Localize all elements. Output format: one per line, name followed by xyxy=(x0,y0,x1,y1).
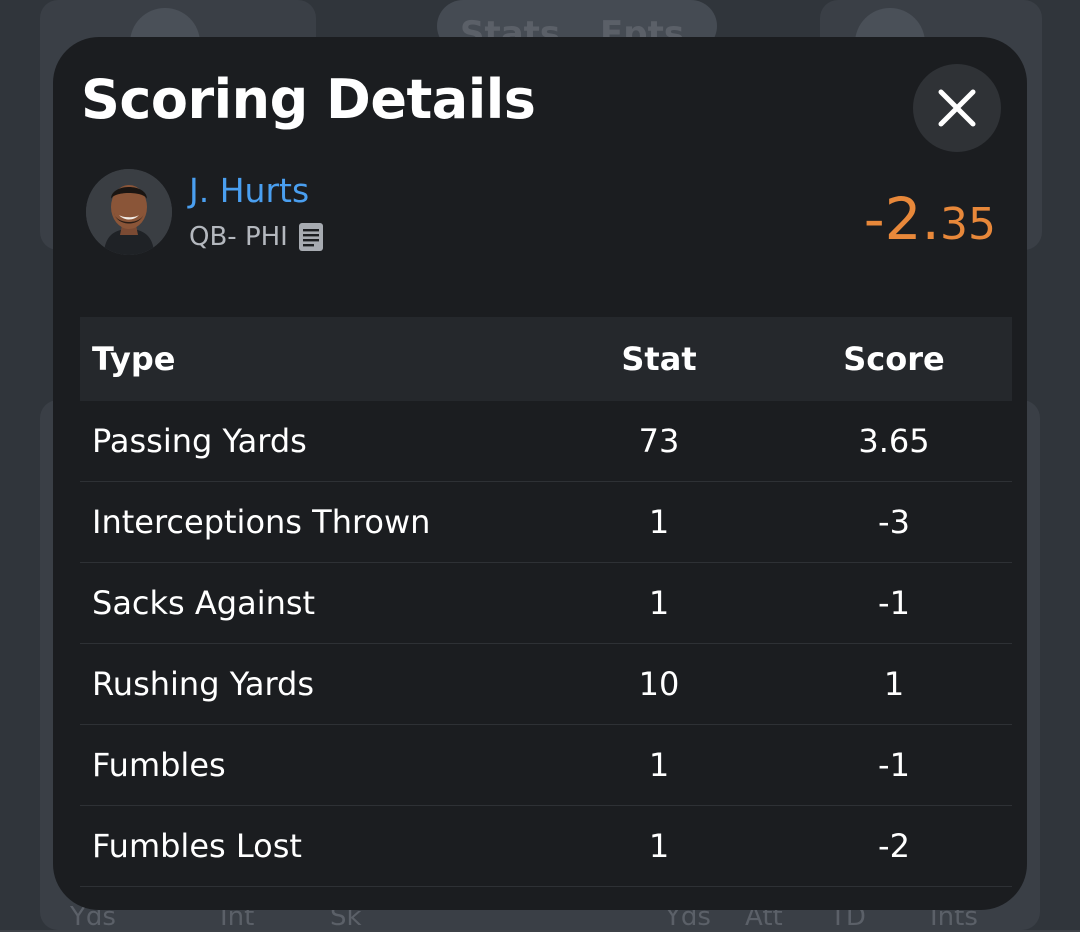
header-stat: Stat xyxy=(542,317,776,401)
row-score: -3 xyxy=(776,481,1012,563)
row-type: Fumbles xyxy=(80,724,542,806)
row-type: Fumbles Lost xyxy=(80,805,542,887)
player-summary: J. Hurts QB- PHI -2.35 xyxy=(86,169,996,259)
header-score: Score xyxy=(776,317,1012,401)
row-type: Rushing Yards xyxy=(80,643,542,725)
row-type: Passing Yards xyxy=(80,401,542,482)
total-score-decimal: 35 xyxy=(940,199,996,250)
table-row: Passing Yards 73 3.65 xyxy=(80,401,1012,482)
row-type: Interceptions Thrown xyxy=(80,481,542,563)
row-stat: 1 xyxy=(542,481,776,563)
close-button[interactable] xyxy=(913,64,1001,152)
row-stat: 1 xyxy=(542,805,776,887)
row-score: -1 xyxy=(776,562,1012,644)
row-stat: 73 xyxy=(542,401,776,482)
scoring-details-modal: Scoring Details J. Hurts QB- PHI -2.35 T… xyxy=(53,37,1027,910)
row-stat: 1 xyxy=(542,562,776,644)
total-score: -2.35 xyxy=(864,187,996,266)
row-type: Sacks Against xyxy=(80,562,542,644)
header-type: Type xyxy=(80,317,542,401)
row-stat: 10 xyxy=(542,643,776,725)
close-icon xyxy=(938,89,976,127)
note-icon[interactable] xyxy=(298,222,324,252)
table-row: Interceptions Thrown 1 -3 xyxy=(80,481,1012,563)
row-score: -1 xyxy=(776,724,1012,806)
player-meta: QB- PHI xyxy=(189,219,324,255)
total-score-main: -2. xyxy=(863,185,940,253)
player-name-link[interactable]: J. Hurts xyxy=(189,169,309,213)
table-row: Sacks Against 1 -1 xyxy=(80,562,1012,644)
table-header-row: Type Stat Score xyxy=(80,317,1012,401)
row-score: -2 xyxy=(776,805,1012,887)
table-row: Fumbles 1 -1 xyxy=(80,724,1012,806)
player-photo-icon xyxy=(86,169,172,255)
modal-title: Scoring Details xyxy=(81,68,536,131)
row-stat: 1 xyxy=(542,724,776,806)
player-avatar[interactable] xyxy=(86,169,172,255)
row-score: 1 xyxy=(776,643,1012,725)
table-row: Rushing Yards 10 1 xyxy=(80,643,1012,725)
row-score: 3.65 xyxy=(776,401,1012,482)
table-row: Fumbles Lost 1 -2 xyxy=(80,805,1012,887)
player-position-team: QB- PHI xyxy=(189,222,288,252)
scoring-table: Type Stat Score Passing Yards 73 3.65 In… xyxy=(80,317,1012,887)
